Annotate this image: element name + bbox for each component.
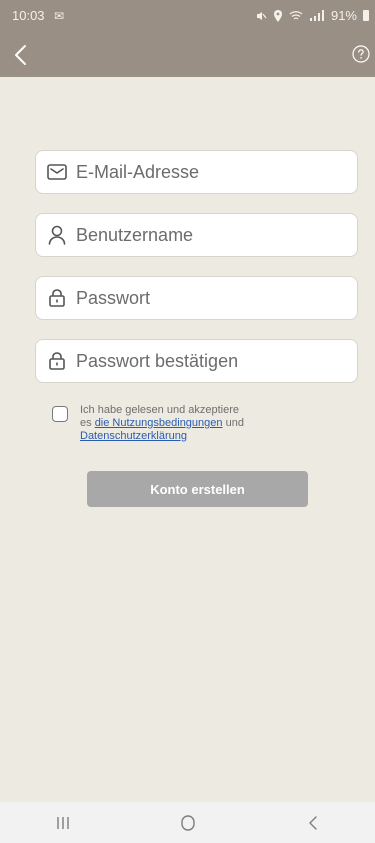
password-field[interactable]: Passwort (35, 276, 358, 320)
battery-icon (363, 10, 369, 21)
back-icon (308, 815, 317, 830)
notification-icon: ✉ (54, 9, 65, 23)
lock-icon (46, 350, 68, 372)
recent-apps-button[interactable] (43, 808, 83, 838)
lock-icon (46, 287, 68, 309)
help-circle-icon (352, 45, 370, 63)
terms-link[interactable]: die Nutzungsbedingungen (95, 417, 223, 429)
status-icons: 91% (255, 8, 369, 23)
email-placeholder: E-Mail-Adresse (76, 161, 200, 182)
signal-icon (309, 9, 324, 21)
recent-apps-icon (56, 816, 69, 829)
app-header: 10:03 ✉ 91% (0, 0, 375, 77)
user-icon (46, 224, 68, 246)
privacy-link[interactable]: Datenschutzerklärung (80, 430, 187, 442)
agreement-row: Ich habe gelesen und akzeptiere es die N… (52, 404, 352, 443)
mail-icon (46, 161, 68, 183)
status-time: 10:03 (12, 8, 45, 23)
mute-icon (256, 11, 267, 20)
home-button[interactable] (168, 808, 208, 838)
username-field[interactable]: Benutzername (35, 213, 358, 257)
system-nav-bar (0, 802, 375, 843)
back-button[interactable] (8, 42, 34, 68)
agree-checkbox[interactable] (52, 406, 68, 422)
app-bar (0, 36, 375, 77)
agreement-text: Ich habe gelesen und akzeptiere es die N… (80, 404, 244, 442)
username-placeholder: Benutzername (76, 224, 194, 245)
status-bar: 10:03 ✉ 91% (0, 0, 375, 36)
wifi-icon (289, 10, 303, 19)
create-account-button[interactable]: Konto erstellen (87, 471, 308, 507)
password-confirm-field[interactable]: Passwort bestätigen (35, 339, 358, 383)
password-confirm-placeholder: Passwort bestätigen (76, 350, 239, 371)
chevron-left-icon (15, 45, 26, 65)
nav-back-button[interactable] (293, 808, 333, 838)
email-field[interactable]: E-Mail-Adresse (35, 150, 358, 194)
home-icon (180, 814, 195, 831)
location-icon (273, 9, 282, 22)
password-placeholder: Passwort (76, 287, 151, 308)
help-button[interactable] (351, 44, 371, 64)
battery-percent: 91% (330, 8, 357, 23)
